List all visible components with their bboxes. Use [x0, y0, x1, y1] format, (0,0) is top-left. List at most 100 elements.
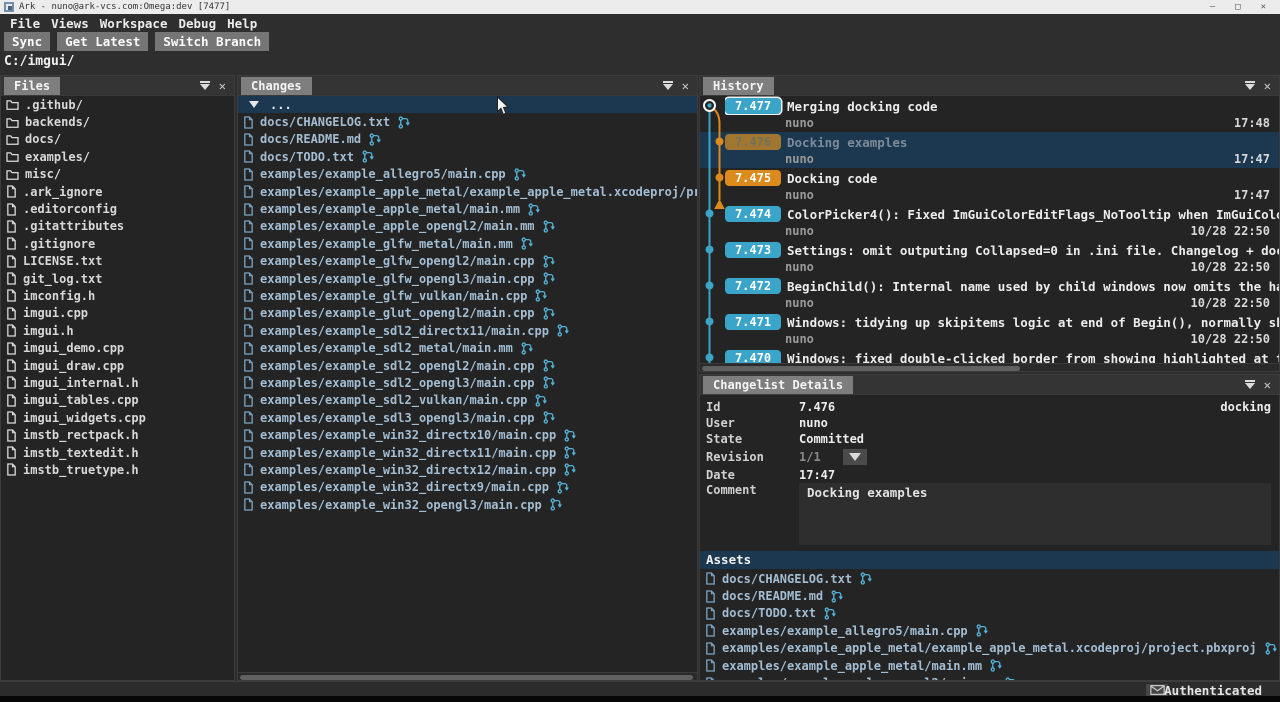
scrollbar-thumb[interactable]	[702, 366, 1020, 371]
file-tree-item[interactable]: .gitattributes	[1, 218, 234, 235]
file-tree-item[interactable]: imstb_truetype.h	[1, 461, 234, 478]
changeset-badge[interactable]: 7.474	[725, 206, 781, 222]
changeset-badge[interactable]: 7.472	[725, 278, 781, 294]
changed-file-row[interactable]: examples/example_sdl2_metal/main.mm	[238, 339, 697, 356]
horizontal-scrollbar[interactable]	[238, 672, 697, 680]
get-latest-button[interactable]: Get Latest	[57, 32, 148, 51]
filter-icon[interactable]	[200, 81, 210, 91]
asset-file-row[interactable]: examples/example_apple_opengl2/main.mm	[700, 674, 1279, 680]
changeset-row[interactable]: 7.473 Settings: omit outputing Collapsed…	[700, 240, 1279, 276]
file-tree-item[interactable]: git_log.txt	[1, 270, 234, 287]
changed-file-row[interactable]: examples/example_win32_directx10/main.cp…	[238, 426, 697, 443]
changeset-row[interactable]: 7.475 Docking code nuno 17:47	[700, 168, 1279, 204]
changed-file-row[interactable]: docs/CHANGELOG.txt	[238, 113, 697, 130]
changed-file-row[interactable]: examples/example_win32_directx11/main.cp…	[238, 444, 697, 461]
file-tree-item[interactable]: imconfig.h	[1, 287, 234, 304]
file-tree-item[interactable]: imstb_textedit.h	[1, 444, 234, 461]
panel-close-icon[interactable]: ✕	[219, 80, 226, 92]
changed-file-row[interactable]: examples/example_glut_opengl2/main.cpp	[238, 305, 697, 322]
changed-file-row[interactable]: examples/example_glfw_metal/main.mm	[238, 235, 697, 252]
asset-file-row[interactable]: docs/TODO.txt	[700, 605, 1279, 622]
switch-branch-button[interactable]: Switch Branch	[155, 32, 269, 51]
changed-file-row[interactable]: examples/example_glfw_opengl3/main.cpp	[238, 270, 697, 287]
changed-file-row[interactable]: examples/example_win32_opengl3/main.cpp	[238, 496, 697, 513]
file-tree-item[interactable]: docs/	[1, 131, 234, 148]
file-tree-item[interactable]: .editorconfig	[1, 200, 234, 217]
filter-icon[interactable]	[663, 81, 673, 91]
asset-file-row[interactable]: docs/README.md	[700, 587, 1279, 604]
scrollbar-thumb[interactable]	[240, 675, 693, 680]
file-tree-item[interactable]: imgui_widgets.cpp	[1, 409, 234, 426]
changeset-badge[interactable]: 7.476	[725, 134, 781, 150]
sync-button[interactable]: Sync	[4, 32, 50, 51]
changed-file-row[interactable]: examples/example_apple_opengl2/main.mm	[238, 218, 697, 235]
filter-icon[interactable]	[1245, 380, 1255, 390]
asset-file-row[interactable]: examples/example_apple_metal/main.mm	[700, 657, 1279, 674]
changeset-row[interactable]: 7.470 Windows: fixed double-clicked bord…	[700, 348, 1279, 363]
file-tree-item[interactable]: .ark_ignore	[1, 183, 234, 200]
menu-help[interactable]: Help	[227, 16, 257, 31]
changed-file-row[interactable]: examples/example_sdl2_directx11/main.cpp	[238, 322, 697, 339]
asset-file-row[interactable]: docs/CHANGELOG.txt	[700, 570, 1279, 587]
close-button[interactable]: ✕	[1261, 0, 1266, 14]
changeset-row[interactable]: 7.472 BeginChild(): Internal name used b…	[700, 276, 1279, 312]
menu-debug[interactable]: Debug	[178, 16, 216, 31]
menu-workspace[interactable]: Workspace	[100, 16, 168, 31]
changed-file-row[interactable]: examples/example_sdl2_opengl2/main.cpp	[238, 357, 697, 374]
changeset-badge[interactable]: 7.470	[725, 350, 781, 363]
changed-file-row[interactable]: examples/example_win32_directx9/main.cpp	[238, 479, 697, 496]
file-tree-item[interactable]: misc/	[1, 166, 234, 183]
changed-file-row[interactable]: examples/example_glfw_opengl2/main.cpp	[238, 253, 697, 270]
changes-tab[interactable]: Changes	[241, 77, 312, 95]
asset-file-row[interactable]: examples/example_apple_metal/example_app…	[700, 640, 1279, 657]
panel-close-icon[interactable]: ✕	[1264, 379, 1271, 391]
revision-value[interactable]: 1/1	[799, 450, 843, 464]
file-tree-item[interactable]: .gitignore	[1, 235, 234, 252]
changeset-row[interactable]: 7.476 Docking examples nuno 17:47	[700, 132, 1279, 168]
file-tree-item[interactable]: imstb_rectpack.h	[1, 426, 234, 443]
filter-icon[interactable]	[1245, 81, 1255, 91]
changed-file-row[interactable]: docs/README.md	[238, 131, 697, 148]
changed-file-row[interactable]: examples/example_glfw_vulkan/main.cpp	[238, 287, 697, 304]
file-tree-item[interactable]: imgui.h	[1, 322, 234, 339]
files-tab[interactable]: Files	[4, 77, 60, 95]
changeset-row[interactable]: 7.477 Merging docking code nuno 17:48	[700, 96, 1279, 132]
changed-file-row[interactable]: examples/example_allegro5/main.cpp	[238, 166, 697, 183]
panel-close-icon[interactable]: ✕	[1264, 80, 1271, 92]
file-tree-item[interactable]: imgui.cpp	[1, 305, 234, 322]
changeset-badge[interactable]: 7.477	[725, 98, 781, 114]
minimize-button[interactable]: —	[1210, 0, 1215, 14]
history-tab[interactable]: History	[703, 77, 774, 95]
changes-group-row[interactable]: ...	[238, 96, 697, 113]
menu-views[interactable]: Views	[51, 16, 89, 31]
changeset-badge[interactable]: 7.475	[725, 170, 781, 186]
changed-file-row[interactable]: examples/example_win32_directx12/main.cp…	[238, 461, 697, 478]
file-tree-item[interactable]: backends/	[1, 113, 234, 130]
file-tree-item[interactable]: imgui_draw.cpp	[1, 357, 234, 374]
changeset-row[interactable]: 7.474 ColorPicker4(): Fixed ImGuiColorEd…	[700, 204, 1279, 240]
menu-file[interactable]: File	[10, 16, 40, 31]
changeset-badge[interactable]: 7.471	[725, 314, 781, 330]
comment-textarea[interactable]: Docking examples	[799, 483, 1271, 545]
changed-file-row[interactable]: examples/example_sdl2_vulkan/main.cpp	[238, 392, 697, 409]
changeset-row[interactable]: 7.471 Windows: tidying up skipitems logi…	[700, 312, 1279, 348]
file-tree-item[interactable]: imgui_internal.h	[1, 374, 234, 391]
changed-file-row[interactable]: docs/TODO.txt	[238, 148, 697, 165]
changed-file-row[interactable]: examples/example_apple_metal/main.mm	[238, 200, 697, 217]
expander-triangle-icon[interactable]	[249, 101, 259, 108]
file-tree-item[interactable]: imgui_tables.cpp	[1, 392, 234, 409]
horizontal-scrollbar[interactable]	[700, 363, 1279, 371]
file-tree-item[interactable]: LICENSE.txt	[1, 253, 234, 270]
changelist-details-tab[interactable]: Changelist Details	[703, 376, 853, 394]
changed-file-row[interactable]: examples/example_apple_metal/example_app…	[238, 183, 697, 200]
file-tree-item[interactable]: imgui_demo.cpp	[1, 339, 234, 356]
panel-close-icon[interactable]: ✕	[682, 80, 689, 92]
revision-dropdown-button[interactable]	[843, 449, 867, 465]
changed-file-row[interactable]: examples/example_sdl2_opengl3/main.cpp	[238, 374, 697, 391]
changeset-badge[interactable]: 7.473	[725, 242, 781, 258]
changed-file-row[interactable]: examples/example_sdl3_opengl3/main.cpp	[238, 409, 697, 426]
maximize-button[interactable]: □	[1235, 0, 1240, 14]
file-tree-item[interactable]: .github/	[1, 96, 234, 113]
asset-file-row[interactable]: examples/example_allegro5/main.cpp	[700, 622, 1279, 639]
file-tree-item[interactable]: examples/	[1, 148, 234, 165]
